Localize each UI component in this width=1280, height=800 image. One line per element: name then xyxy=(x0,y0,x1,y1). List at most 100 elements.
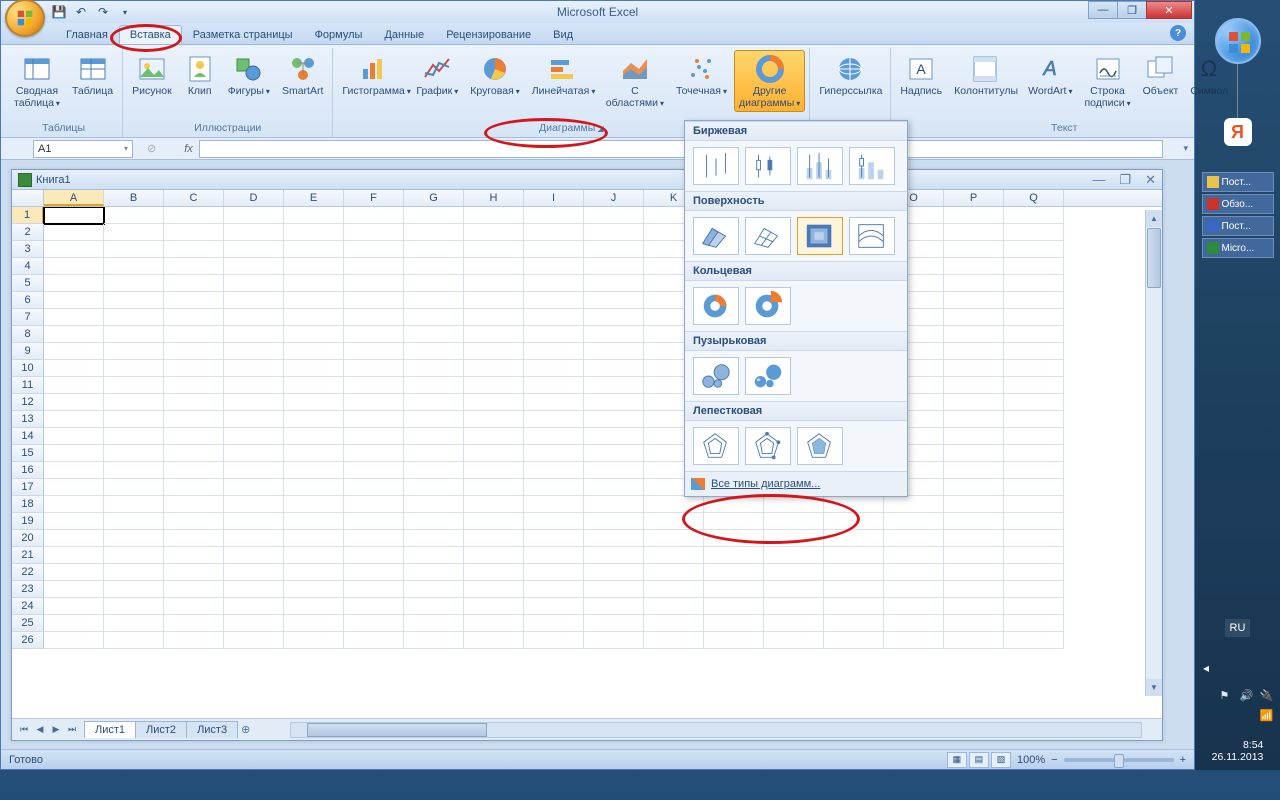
cell[interactable] xyxy=(44,496,104,513)
cell[interactable] xyxy=(164,530,224,547)
cell[interactable] xyxy=(764,496,824,513)
cell[interactable] xyxy=(584,411,644,428)
ribbon-shapes-button[interactable]: Фигуры xyxy=(223,50,275,101)
cell[interactable] xyxy=(164,564,224,581)
row-header[interactable]: 24 xyxy=(12,598,44,615)
cell[interactable] xyxy=(464,632,524,649)
cell[interactable] xyxy=(524,445,584,462)
cell[interactable] xyxy=(584,513,644,530)
cell[interactable] xyxy=(44,581,104,598)
cell[interactable] xyxy=(584,547,644,564)
cell[interactable] xyxy=(164,445,224,462)
cell[interactable] xyxy=(404,581,464,598)
cell[interactable] xyxy=(704,496,764,513)
cell[interactable] xyxy=(284,275,344,292)
cell[interactable] xyxy=(944,394,1004,411)
row-header[interactable]: 2 xyxy=(12,224,44,241)
cell[interactable] xyxy=(44,564,104,581)
cell[interactable] xyxy=(884,632,944,649)
row-header[interactable]: 17 xyxy=(12,479,44,496)
sheet-next-icon[interactable]: ▶ xyxy=(48,724,64,735)
cell[interactable] xyxy=(464,360,524,377)
sheet-prev-icon[interactable]: ◀ xyxy=(32,724,48,735)
cell[interactable] xyxy=(104,343,164,360)
ribbon-smartart-button[interactable]: SmartArt xyxy=(277,50,328,101)
ribbon-table-button[interactable]: Таблица xyxy=(67,50,118,101)
cell[interactable] xyxy=(764,615,824,632)
chart-option-radar-0[interactable] xyxy=(693,427,739,465)
cell[interactable] xyxy=(104,564,164,581)
help-icon[interactable]: ? xyxy=(1170,25,1186,41)
cell[interactable] xyxy=(44,309,104,326)
cell[interactable] xyxy=(944,530,1004,547)
chart-option-bubble-1[interactable] xyxy=(745,357,791,395)
cell[interactable] xyxy=(464,445,524,462)
cell[interactable] xyxy=(224,428,284,445)
cell[interactable] xyxy=(284,224,344,241)
cell[interactable] xyxy=(644,547,704,564)
cell[interactable] xyxy=(644,530,704,547)
cell[interactable] xyxy=(1004,224,1064,241)
cell[interactable] xyxy=(104,513,164,530)
ribbon-pivot-button[interactable]: Своднаятаблица xyxy=(9,50,65,112)
cell[interactable] xyxy=(1004,394,1064,411)
cell[interactable] xyxy=(104,428,164,445)
cell[interactable] xyxy=(164,496,224,513)
sidebar-task-2[interactable]: Пост... xyxy=(1202,216,1274,236)
cell[interactable] xyxy=(464,275,524,292)
cell[interactable] xyxy=(584,496,644,513)
cell[interactable] xyxy=(164,411,224,428)
cell[interactable] xyxy=(524,598,584,615)
cell[interactable] xyxy=(524,513,584,530)
cell[interactable] xyxy=(104,479,164,496)
cell[interactable] xyxy=(644,513,704,530)
cell[interactable] xyxy=(44,292,104,309)
cell[interactable] xyxy=(1004,479,1064,496)
cell[interactable] xyxy=(44,343,104,360)
row-header[interactable]: 8 xyxy=(12,326,44,343)
sidebar-task-1[interactable]: Обзо... xyxy=(1202,194,1274,214)
cell[interactable] xyxy=(524,496,584,513)
cell[interactable] xyxy=(224,496,284,513)
cell[interactable] xyxy=(404,445,464,462)
cell[interactable] xyxy=(284,394,344,411)
row-header[interactable]: 9 xyxy=(12,343,44,360)
formula-expand-icon[interactable]: ▾ xyxy=(1183,143,1188,154)
sheet-tab-1[interactable]: Лист2 xyxy=(135,721,187,738)
ribbon-tab-3[interactable]: Формулы xyxy=(304,25,374,44)
cell[interactable] xyxy=(1004,428,1064,445)
scroll-up-icon[interactable]: ▲ xyxy=(1146,210,1162,227)
cell[interactable] xyxy=(524,258,584,275)
cell[interactable] xyxy=(524,428,584,445)
row-header[interactable]: 26 xyxy=(12,632,44,649)
row-header[interactable]: 7 xyxy=(12,309,44,326)
cell[interactable] xyxy=(464,615,524,632)
name-box[interactable]: A1 xyxy=(33,140,133,158)
row-header[interactable]: 6 xyxy=(12,292,44,309)
cell[interactable] xyxy=(284,377,344,394)
cell[interactable] xyxy=(1004,411,1064,428)
cell[interactable] xyxy=(1004,496,1064,513)
cell[interactable] xyxy=(404,513,464,530)
cell[interactable] xyxy=(644,598,704,615)
chart-option-surface-1[interactable] xyxy=(745,217,791,255)
cell[interactable] xyxy=(1004,343,1064,360)
cell[interactable] xyxy=(104,326,164,343)
cell[interactable] xyxy=(404,428,464,445)
col-header-B[interactable]: B xyxy=(104,190,164,206)
cell[interactable] xyxy=(584,564,644,581)
chart-option-surface-3[interactable] xyxy=(849,217,895,255)
cell[interactable] xyxy=(284,581,344,598)
col-header-G[interactable]: G xyxy=(404,190,464,206)
office-button[interactable] xyxy=(5,0,45,37)
cell[interactable] xyxy=(644,615,704,632)
col-header-A[interactable]: A xyxy=(44,190,104,206)
cell[interactable] xyxy=(584,530,644,547)
chart-option-stock-0[interactable] xyxy=(693,147,739,185)
cell[interactable] xyxy=(524,564,584,581)
cell[interactable] xyxy=(524,462,584,479)
cell[interactable] xyxy=(404,479,464,496)
cell[interactable] xyxy=(944,598,1004,615)
cell[interactable] xyxy=(164,360,224,377)
col-header-H[interactable]: H xyxy=(464,190,524,206)
